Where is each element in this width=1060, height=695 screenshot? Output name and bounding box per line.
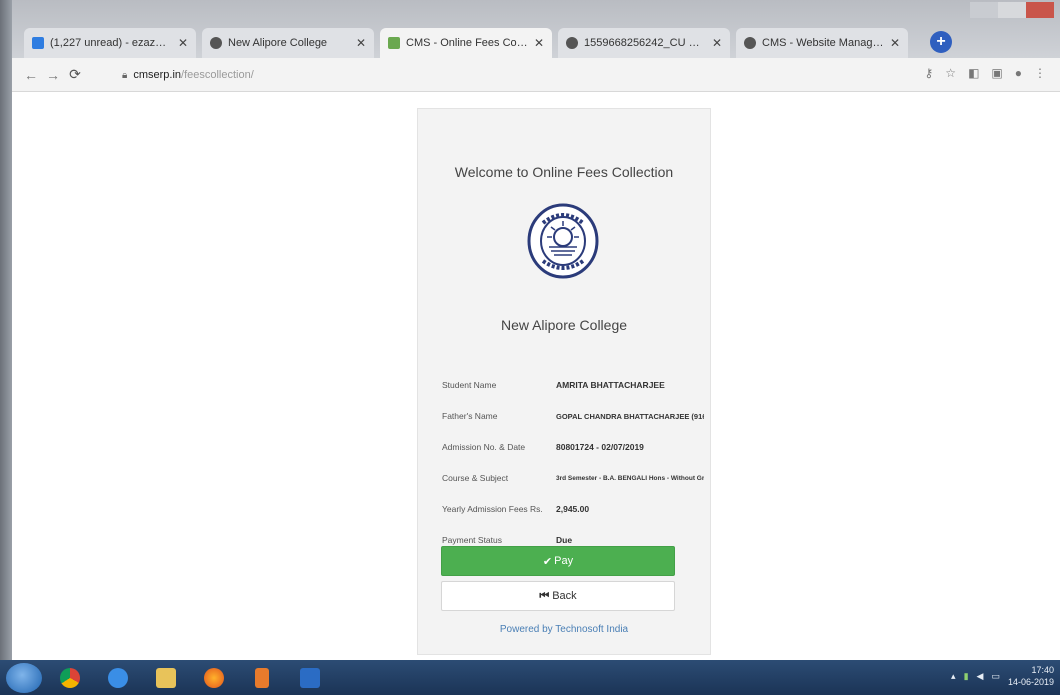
info-label: Yearly Admission Fees Rs. bbox=[442, 504, 543, 514]
battery-icon[interactable]: ▭ bbox=[991, 671, 1000, 682]
profile-icon[interactable]: ● bbox=[1015, 66, 1022, 80]
powered-by-link[interactable]: Powered by Technosoft India bbox=[418, 624, 710, 635]
back-arrow-icon[interactable]: ← bbox=[20, 67, 42, 83]
minimize-button[interactable] bbox=[970, 2, 998, 18]
mail-icon bbox=[32, 37, 44, 49]
tab-website-management[interactable]: CMS - Website Management ✕ bbox=[736, 28, 908, 58]
media-player-taskbar-icon[interactable] bbox=[242, 663, 282, 693]
close-icon[interactable]: ✕ bbox=[890, 36, 900, 50]
student-info: Student Name AMRITA BHATTACHARJEE Father… bbox=[442, 373, 704, 559]
tab-gmail[interactable]: (1,227 unread) - ezazparbion... ✕ bbox=[24, 28, 196, 58]
reload-icon[interactable]: ⟳ bbox=[64, 66, 86, 83]
close-window-button[interactable] bbox=[1026, 2, 1054, 18]
info-value: 2,945.00 bbox=[556, 504, 590, 514]
clock-date: 14-06-2019 bbox=[1007, 677, 1054, 687]
info-value: GOPAL CHANDRA BHATTACHARJEE (9163398838) bbox=[556, 411, 704, 421]
word-taskbar-icon[interactable] bbox=[290, 663, 330, 693]
ie-taskbar-icon[interactable] bbox=[98, 663, 138, 693]
screen: (1,227 unread) - ezazparbion... ✕ New Al… bbox=[0, 0, 1060, 695]
info-row: Yearly Admission Fees Rs. 2,945.00 bbox=[442, 497, 704, 521]
browser-toolbar: ← → ⟳ 🔒︎ cmserp.in /feescollection/ ⚷ ☆ … bbox=[12, 58, 1060, 92]
pay-button-label: Pay bbox=[554, 555, 574, 567]
info-value: 3rd Semester - B.A. BENGALI Hons - Witho… bbox=[556, 474, 704, 482]
globe-icon bbox=[566, 37, 578, 49]
extension-icon[interactable]: ◧ bbox=[968, 66, 979, 80]
network-icon[interactable]: ▮ bbox=[964, 671, 969, 682]
bookmark-star-icon[interactable]: ☆ bbox=[945, 66, 956, 80]
back-button-label: Back bbox=[552, 590, 577, 602]
info-label: Course & Subject bbox=[442, 473, 509, 483]
back-button[interactable]: ⏮ Back bbox=[441, 581, 675, 611]
info-label: Student Name bbox=[442, 380, 497, 390]
info-value: 80801724 - 02/07/2019 bbox=[556, 442, 644, 452]
explorer-taskbar-icon[interactable] bbox=[146, 663, 186, 693]
info-value: Due bbox=[556, 535, 573, 545]
tab-label: CMS - Website Management bbox=[762, 37, 884, 49]
chrome-taskbar-icon[interactable] bbox=[50, 663, 90, 693]
toolbar-icons: ⚷ ☆ ◧ ▣ ● ⋮ bbox=[925, 66, 1047, 80]
cast-icon[interactable]: ▣ bbox=[991, 66, 1002, 80]
globe-icon bbox=[744, 37, 756, 49]
close-icon[interactable]: ✕ bbox=[712, 36, 722, 50]
close-icon[interactable]: ✕ bbox=[356, 36, 366, 50]
pay-button[interactable]: ✔ Pay bbox=[441, 546, 675, 576]
tab-label: CMS - Online Fees Collection bbox=[406, 37, 528, 49]
new-tab-button[interactable]: + bbox=[930, 31, 952, 53]
tab-label: 1559668256242_CU EXAM FE... bbox=[584, 37, 706, 49]
tab-label: New Alipore College bbox=[228, 37, 328, 49]
info-row: Course & Subject 3rd Semester - B.A. BEN… bbox=[442, 466, 704, 490]
tab-label: (1,227 unread) - ezazparbion... bbox=[50, 37, 172, 49]
info-label: Father's Name bbox=[442, 411, 498, 421]
tab-exam-fee[interactable]: 1559668256242_CU EXAM FE... ✕ bbox=[558, 28, 730, 58]
tab-fees-collection[interactable]: CMS - Online Fees Collection ✕ bbox=[380, 28, 552, 58]
tray-arrow-icon[interactable]: ▴ bbox=[951, 671, 956, 682]
forward-arrow-icon[interactable]: → bbox=[42, 67, 64, 83]
college-logo bbox=[527, 203, 599, 279]
lock-icon: 🔒︎ bbox=[122, 69, 128, 81]
welcome-heading: Welcome to Online Fees Collection bbox=[454, 164, 674, 180]
info-row: Student Name AMRITA BHATTACHARJEE bbox=[442, 373, 704, 397]
cms-icon bbox=[388, 37, 400, 49]
tab-new-alipore[interactable]: New Alipore College ✕ bbox=[202, 28, 374, 58]
system-tray: ▴ ▮ ◀ ▭ 17:40 14-06-2019 bbox=[951, 664, 1054, 688]
start-button[interactable] bbox=[6, 662, 42, 693]
college-name: New Alipore College bbox=[500, 317, 628, 333]
globe-icon bbox=[210, 37, 222, 49]
close-icon[interactable]: ✕ bbox=[534, 36, 544, 50]
maximize-button[interactable] bbox=[998, 2, 1026, 18]
taskbar: ▴ ▮ ◀ ▭ 17:40 14-06-2019 bbox=[0, 660, 1060, 695]
window-controls bbox=[970, 2, 1054, 18]
fees-card: Welcome to Online Fees Collection New Al… bbox=[417, 108, 711, 655]
info-value: AMRITA BHATTACHARJEE bbox=[556, 380, 665, 390]
info-label: Admission No. & Date bbox=[442, 442, 526, 452]
address-bar[interactable]: 🔒︎ cmserp.in /feescollection/ bbox=[122, 65, 902, 85]
firefox-taskbar-icon[interactable] bbox=[194, 663, 234, 693]
key-icon[interactable]: ⚷ bbox=[925, 66, 934, 80]
monitor-bezel bbox=[0, 0, 12, 660]
info-label: Payment Status bbox=[442, 535, 503, 545]
step-backward-icon: ⏮ bbox=[539, 589, 550, 602]
volume-icon[interactable]: ◀ bbox=[977, 671, 984, 682]
menu-icon[interactable]: ⋮ bbox=[1034, 66, 1046, 80]
page-content: Welcome to Online Fees Collection New Al… bbox=[12, 93, 1060, 660]
tab-strip: (1,227 unread) - ezazparbion... ✕ New Al… bbox=[12, 0, 1060, 58]
clock-time: 17:40 bbox=[1031, 665, 1054, 675]
info-row: Father's Name GOPAL CHANDRA BHATTACHARJE… bbox=[442, 404, 704, 428]
clock[interactable]: 17:40 14-06-2019 bbox=[1008, 664, 1054, 688]
close-icon[interactable]: ✕ bbox=[178, 36, 188, 50]
info-row: Admission No. & Date 80801724 - 02/07/20… bbox=[442, 435, 704, 459]
check-icon: ✔ bbox=[542, 555, 553, 568]
address-path: /feescollection/ bbox=[181, 69, 254, 81]
address-host: cmserp.in bbox=[133, 69, 182, 81]
